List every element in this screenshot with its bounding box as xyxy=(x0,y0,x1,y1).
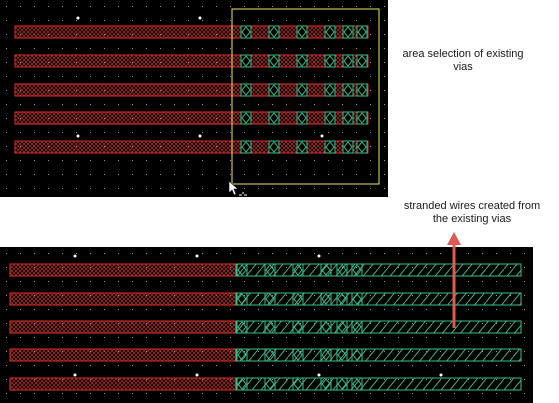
up-arrow-icon xyxy=(447,232,461,328)
